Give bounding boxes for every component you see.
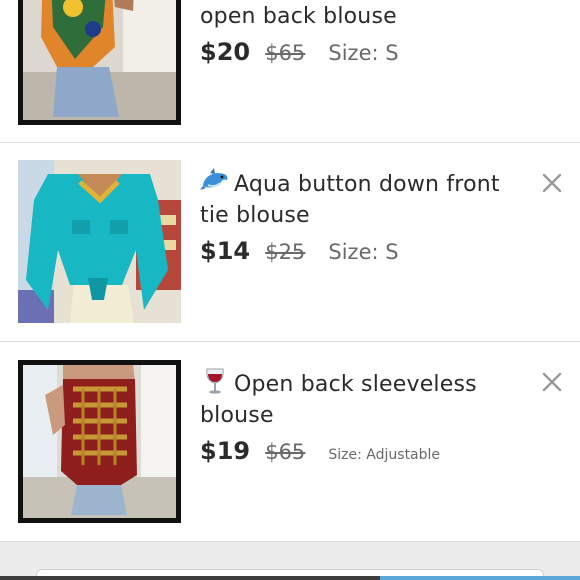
original-price: $65 bbox=[265, 440, 306, 464]
listing-item[interactable]: Open back sleeveless blouse $19 $65 Size… bbox=[0, 342, 580, 542]
price-row: $14 $25 Size: S bbox=[200, 237, 399, 265]
listing-title-line-1: Open back sleeveless bbox=[200, 368, 530, 400]
listing-photo[interactable] bbox=[18, 160, 181, 323]
price: $19 bbox=[200, 437, 251, 465]
size-label: Size: S bbox=[328, 41, 399, 65]
price-row: $20 $65 Size: S bbox=[200, 38, 399, 66]
bottom-edge bbox=[0, 576, 380, 580]
bundle-items-screen: open back blouse $20 $65 Size: S Aqua bu… bbox=[0, 0, 580, 580]
listing-title[interactable]: Aqua button down front tie blouse bbox=[200, 168, 530, 231]
size-label: Size: S bbox=[328, 240, 399, 264]
close-icon bbox=[542, 173, 562, 193]
price: $14 bbox=[200, 237, 251, 265]
dolphin-emoji-icon bbox=[200, 168, 230, 194]
listing-item[interactable]: Aqua button down front tie blouse $14 $2… bbox=[0, 143, 580, 342]
remove-item-button[interactable] bbox=[540, 370, 564, 394]
price-row: $19 $65 Size: Adjustable bbox=[200, 437, 440, 465]
price: $20 bbox=[200, 38, 251, 66]
listing-title-line: open back blouse bbox=[200, 4, 397, 29]
size-label: Size: Adjustable bbox=[328, 447, 441, 463]
close-icon bbox=[542, 372, 562, 392]
original-price: $25 bbox=[265, 240, 306, 264]
listing-title[interactable]: open back blouse bbox=[200, 1, 530, 32]
listing-photo[interactable] bbox=[18, 360, 181, 523]
remove-item-button[interactable] bbox=[540, 171, 564, 195]
listing-title-line-2: blouse bbox=[200, 403, 274, 428]
listing-item[interactable]: open back blouse $20 $65 Size: S bbox=[0, 0, 580, 143]
original-price: $65 bbox=[265, 41, 306, 65]
listing-photo[interactable] bbox=[18, 0, 181, 125]
bottom-bar bbox=[0, 542, 580, 580]
wine-glass-emoji-icon bbox=[200, 368, 230, 394]
listing-title-text: Open back sleeveless bbox=[234, 372, 477, 397]
listing-title[interactable]: Open back sleeveless blouse bbox=[200, 368, 530, 431]
listing-title-text: Aqua button down front bbox=[234, 172, 500, 197]
bottom-accent-bar bbox=[380, 576, 580, 580]
listing-title-line-1: Aqua button down front bbox=[200, 168, 530, 200]
listing-title-line-2: tie blouse bbox=[200, 203, 310, 228]
